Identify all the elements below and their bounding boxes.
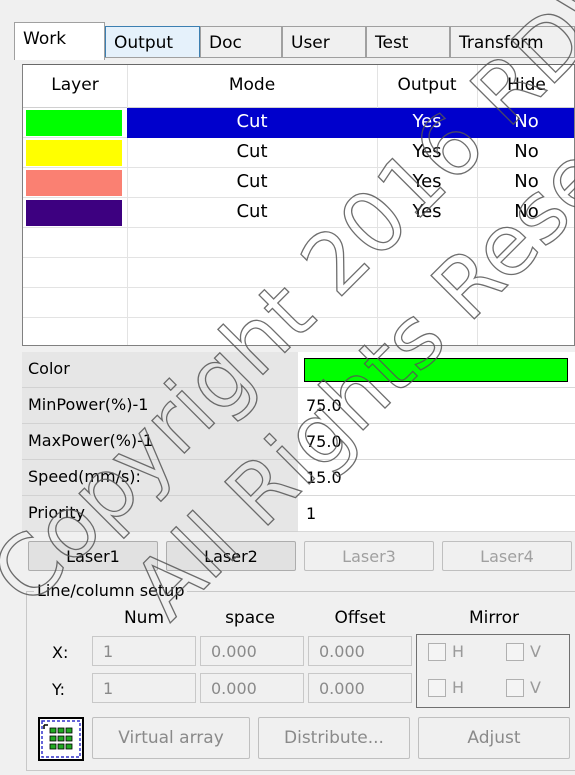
layer-table-header: Layer Mode Output Hide — [23, 65, 574, 108]
color-swatch[interactable] — [304, 358, 568, 382]
tab-bar: Work Output Doc User Test Transform — [14, 22, 575, 60]
y-offset-field[interactable]: 0.000 — [308, 673, 412, 703]
layer-hide[interactable]: No — [477, 201, 574, 222]
layer-hide[interactable]: No — [477, 141, 574, 162]
min-power-field[interactable]: 75.0 — [298, 388, 575, 424]
color-value[interactable] — [298, 352, 575, 388]
prop-row-speed: Speed(mm/s): 15.0 — [22, 460, 575, 496]
layer-hide[interactable]: No — [477, 111, 574, 132]
speed-field[interactable]: 15.0 — [298, 460, 575, 496]
layer-output[interactable]: Yes — [377, 141, 477, 162]
row-divider — [23, 287, 574, 288]
y-num-field[interactable]: 1 — [92, 673, 196, 703]
prop-row-priority: Priority 1 — [22, 496, 575, 532]
color-label: Color — [22, 352, 298, 388]
x-mirror-v-label: V — [530, 642, 541, 661]
x-num-field[interactable]: 1 — [92, 636, 196, 666]
prop-row-min-power: MinPower(%)-1 75.0 — [22, 388, 575, 424]
layer-hide[interactable]: No — [477, 171, 574, 192]
row-divider — [23, 257, 574, 258]
y-mirror-h-checkbox[interactable] — [428, 679, 446, 697]
table-row[interactable]: Cut Yes No — [23, 168, 574, 198]
x-mirror-h-label: H — [452, 642, 465, 661]
tab-user[interactable]: User — [282, 26, 366, 58]
layer-mode[interactable]: Cut — [127, 111, 377, 132]
laser1-button[interactable]: Laser1 — [28, 541, 158, 571]
layer-mode[interactable]: Cut — [127, 201, 377, 222]
laser3-button[interactable]: Laser3 — [304, 541, 434, 571]
max-power-field[interactable]: 75.0 — [298, 424, 575, 460]
y-mirror-v-checkbox[interactable] — [506, 679, 524, 697]
min-power-label: MinPower(%)-1 — [22, 388, 298, 424]
y-row-label: Y: — [52, 680, 66, 699]
layer-output[interactable]: Yes — [377, 171, 477, 192]
layer-color-swatch[interactable] — [26, 200, 122, 226]
mirror-column-header: Mirror — [468, 608, 520, 628]
table-row[interactable]: Cut Yes No — [23, 108, 574, 138]
array-grid-icon[interactable] — [38, 717, 84, 761]
priority-label: Priority — [22, 496, 298, 532]
tab-work[interactable]: Work — [14, 22, 105, 60]
x-row-label: X: — [52, 643, 69, 662]
header-layer[interactable]: Layer — [23, 75, 127, 95]
tab-output[interactable]: Output — [105, 26, 200, 58]
row-divider — [23, 317, 574, 318]
table-row[interactable]: Cut Yes No — [23, 198, 574, 228]
laser4-button[interactable]: Laser4 — [442, 541, 572, 571]
header-mode[interactable]: Mode — [127, 75, 377, 95]
layer-property-grid: Color MinPower(%)-1 75.0 MaxPower(%)-1 7… — [22, 352, 575, 532]
num-column-header: Num — [123, 608, 165, 628]
laser2-button[interactable]: Laser2 — [166, 541, 296, 571]
x-mirror-v-checkbox[interactable] — [506, 643, 524, 661]
tab-doc[interactable]: Doc — [200, 26, 282, 58]
layer-mode[interactable]: Cut — [127, 171, 377, 192]
space-column-header: space — [225, 608, 275, 628]
offset-column-header: Offset — [334, 608, 386, 628]
priority-field[interactable]: 1 — [298, 496, 575, 532]
prop-row-max-power: MaxPower(%)-1 75.0 — [22, 424, 575, 460]
speed-label: Speed(mm/s): — [22, 460, 298, 496]
adjust-button[interactable]: Adjust — [418, 717, 570, 759]
x-offset-field[interactable]: 0.000 — [308, 636, 412, 666]
header-output[interactable]: Output — [377, 75, 477, 95]
prop-row-color: Color — [22, 352, 575, 388]
y-space-field[interactable]: 0.000 — [200, 673, 304, 703]
layer-color-swatch[interactable] — [26, 140, 122, 166]
layer-output[interactable]: Yes — [377, 111, 477, 132]
x-mirror-h-checkbox[interactable] — [428, 643, 446, 661]
line-column-title: Line/column setup — [34, 581, 188, 600]
virtual-array-button[interactable]: Virtual array — [92, 717, 250, 759]
max-power-label: MaxPower(%)-1 — [22, 424, 298, 460]
layer-mode[interactable]: Cut — [127, 141, 377, 162]
y-mirror-v-label: V — [530, 678, 541, 697]
table-row[interactable]: Cut Yes No — [23, 138, 574, 168]
y-mirror-h-label: H — [452, 678, 465, 697]
x-space-field[interactable]: 0.000 — [200, 636, 304, 666]
layer-color-swatch[interactable] — [26, 110, 122, 136]
tab-test[interactable]: Test — [366, 26, 450, 58]
layer-color-swatch[interactable] — [26, 170, 122, 196]
header-hide[interactable]: Hide — [477, 75, 574, 95]
layer-output[interactable]: Yes — [377, 201, 477, 222]
layer-table[interactable]: Layer Mode Output Hide Cut Yes No Cut Ye… — [22, 64, 575, 346]
distribute-button[interactable]: Distribute... — [258, 717, 410, 759]
tab-transform[interactable]: Transform — [450, 26, 575, 58]
